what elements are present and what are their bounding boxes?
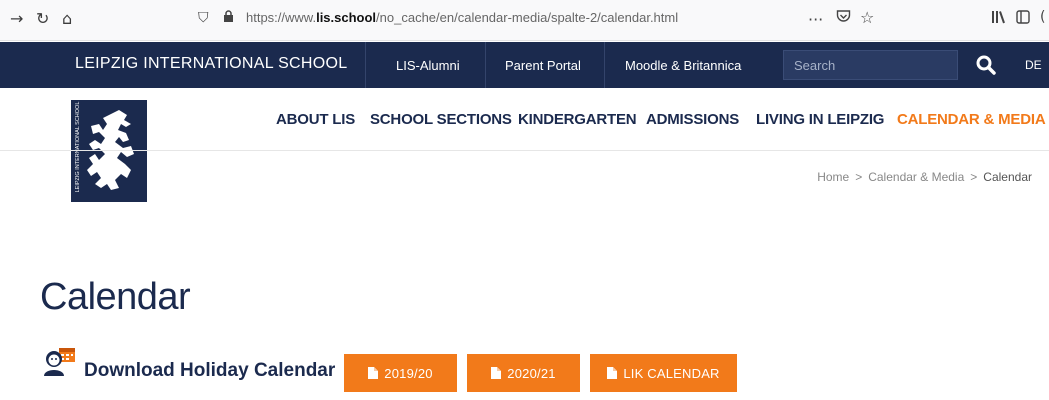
address-bar[interactable]: ⛉ https://www.lis.school/no_cache/en/cal… [190,7,880,31]
pocket-icon[interactable] [836,9,851,28]
nav-calendar-media[interactable]: CALENDAR & MEDIA [897,111,1046,128]
search-input[interactable] [783,50,958,80]
sidebar-icon[interactable] [1016,10,1030,28]
calendar-person-icon [41,346,81,376]
reload-icon[interactable]: ↻ [36,9,49,28]
star-icon[interactable]: ☆ [860,8,874,27]
divider [604,42,605,88]
button-label: LIK CALENDAR [623,365,720,381]
button-label: 2019/20 [384,365,433,381]
breadcrumb-home[interactable]: Home [817,170,849,184]
school-logo[interactable]: LEIPZIG INTERNATIONAL SCHOOL [71,100,147,202]
parent-portal-link[interactable]: Parent Portal [505,58,581,73]
nav-about-lis[interactable]: ABOUT LIS [276,111,355,128]
language-switch[interactable]: DE [1025,58,1042,72]
browser-toolbar: → ↻ ⌂ ⛉ https://www.lis.school/no_cache/… [0,0,1049,41]
breadcrumb-current: Calendar [983,170,1032,184]
nav-divider [0,150,1049,151]
home-icon[interactable]: ⌂ [62,9,72,28]
breadcrumb-separator: > [855,170,863,184]
search-icon[interactable] [975,54,997,76]
document-icon [368,367,379,379]
nav-admissions[interactable]: ADMISSIONS [646,111,739,128]
breadcrumb-separator: > [970,170,978,184]
download-lik-calendar-button[interactable]: LIK CALENDAR [590,354,737,392]
document-icon [491,367,502,379]
button-label: 2020/21 [507,365,556,381]
download-holiday-calendar-label: Download Holiday Calendar [84,360,336,381]
document-icon [607,367,618,379]
download-2019-20-button[interactable]: 2019/20 [344,354,457,392]
breadcrumb-calendar-media[interactable]: Calendar & Media [868,170,964,184]
breadcrumb: Home > Calendar & Media > Calendar [817,170,1032,184]
lis-alumni-link[interactable]: LIS-Alumni [396,58,460,73]
divider [365,42,366,88]
forward-icon[interactable]: → [10,9,23,28]
site-brand[interactable]: LEIPZIG INTERNATIONAL SCHOOL [75,55,347,73]
divider [485,42,486,88]
download-2020-21-button[interactable]: 2020/21 [467,354,580,392]
nav-kindergarten[interactable]: KINDERGARTEN [518,111,637,128]
top-bar: LEIPZIG INTERNATIONAL SCHOOL LIS-Alumni … [0,42,1049,88]
account-icon[interactable]: ( [1040,9,1045,25]
shield-icon[interactable]: ⛉ [198,10,209,26]
moodle-britannica-link[interactable]: Moodle & Britannica [625,58,741,73]
url-text[interactable]: https://www.lis.school/no_cache/en/calen… [246,10,678,25]
nav-school-sections[interactable]: SCHOOL SECTIONS [370,111,512,128]
page-title: Calendar [40,276,191,318]
logo-vertical-text: LEIPZIG INTERNATIONAL SCHOOL [75,101,81,193]
lock-icon [223,10,234,27]
library-icon[interactable] [991,10,1006,28]
nav-living-in-leipzig[interactable]: LIVING IN LEIPZIG [756,111,884,128]
ellipsis-icon[interactable]: ··· [808,10,823,29]
